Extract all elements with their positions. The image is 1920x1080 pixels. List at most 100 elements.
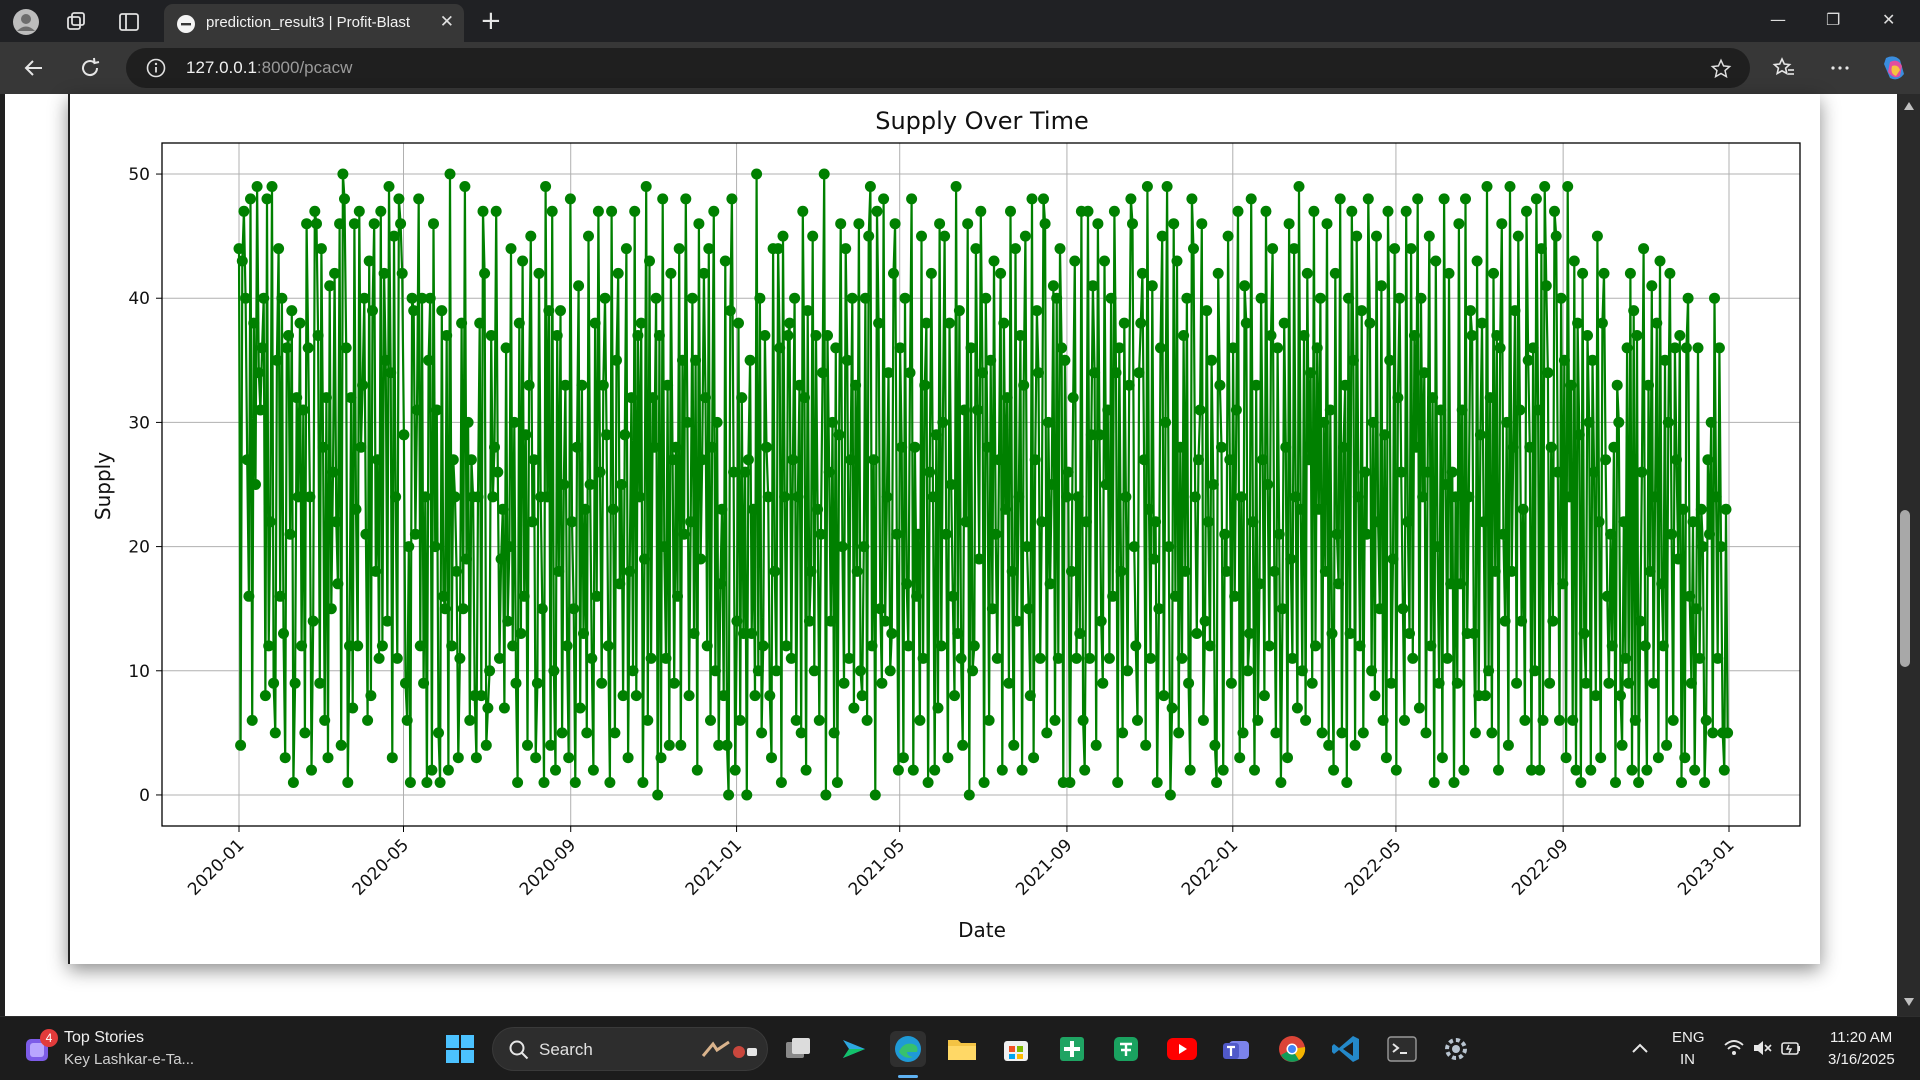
settings-gear-icon[interactable] xyxy=(1438,1031,1474,1067)
edge-taskbar-icon[interactable] xyxy=(890,1031,926,1067)
data-point xyxy=(845,454,857,466)
data-point xyxy=(1146,280,1158,292)
x-axis-label: Date xyxy=(958,918,1006,942)
active-tab[interactable]: prediction_result3 | Profit-Blast ✕ xyxy=(164,4,464,42)
data-point xyxy=(291,392,303,404)
data-point xyxy=(1047,280,1059,292)
data-point xyxy=(1460,193,1471,205)
data-point xyxy=(945,479,957,490)
data-point xyxy=(1567,714,1579,726)
data-point xyxy=(1273,528,1285,540)
active-app-indicator xyxy=(898,1075,918,1078)
data-point xyxy=(1227,342,1239,354)
data-point xyxy=(1387,553,1399,565)
data-point xyxy=(863,230,875,242)
data-point xyxy=(502,615,514,627)
data-point xyxy=(383,181,395,192)
vertical-tabs-icon[interactable] xyxy=(115,8,143,36)
data-point xyxy=(891,528,903,540)
store-icon[interactable] xyxy=(998,1031,1034,1067)
scrollbar-thumb[interactable] xyxy=(1900,510,1910,667)
data-point xyxy=(1122,665,1134,677)
url-text[interactable]: 127.0.0.1:8000/pcacw xyxy=(186,58,352,78)
scroll-down-icon[interactable] xyxy=(1904,998,1914,1006)
teams-icon[interactable] xyxy=(1218,1031,1254,1067)
data-point xyxy=(879,615,891,627)
data-point xyxy=(306,764,317,776)
data-point xyxy=(986,603,998,615)
data-point xyxy=(266,181,278,192)
clock-time[interactable]: 11:20 AM xyxy=(1830,1029,1892,1046)
data-point xyxy=(810,330,822,341)
widgets-button[interactable]: 4 xyxy=(20,1029,58,1067)
y-tick-label: 40 xyxy=(128,289,150,309)
language-region[interactable]: IN xyxy=(1680,1051,1695,1068)
volume-muted-icon[interactable] xyxy=(1752,1039,1772,1057)
battery-icon[interactable] xyxy=(1780,1037,1802,1059)
data-point xyxy=(1532,404,1544,416)
app-icon[interactable] xyxy=(1108,1031,1144,1067)
new-tab-button[interactable]: + xyxy=(480,6,502,36)
chart-title: Supply Over Time xyxy=(875,107,1089,135)
data-point xyxy=(342,777,354,788)
data-point xyxy=(1108,205,1120,217)
youtube-icon[interactable] xyxy=(1164,1031,1200,1067)
task-view-button[interactable] xyxy=(780,1031,816,1067)
restore-button[interactable]: ❐ xyxy=(1826,10,1840,29)
profile-avatar-icon[interactable] xyxy=(12,8,40,36)
data-point xyxy=(245,193,256,205)
data-point xyxy=(1176,652,1188,664)
data-point xyxy=(1000,503,1012,515)
favorite-star-icon[interactable] xyxy=(1710,58,1732,80)
copilot-icon[interactable] xyxy=(1878,52,1910,84)
data-point xyxy=(518,590,530,602)
wifi-icon[interactable] xyxy=(1724,1039,1744,1057)
workspaces-icon[interactable] xyxy=(62,8,90,36)
data-point xyxy=(322,752,334,764)
data-point xyxy=(400,677,411,689)
data-point xyxy=(1563,491,1575,503)
clock-date[interactable]: 3/16/2025 xyxy=(1828,1051,1895,1068)
address-bar[interactable]: 127.0.0.1:8000/pcacw xyxy=(126,48,1750,88)
show-hidden-icons-icon[interactable] xyxy=(1632,1043,1648,1053)
file-explorer-icon[interactable] xyxy=(944,1031,980,1067)
news-title[interactable]: Top Stories xyxy=(64,1029,144,1047)
site-info-icon[interactable] xyxy=(146,58,166,78)
data-point xyxy=(724,305,736,317)
data-point xyxy=(812,503,824,515)
data-point xyxy=(1158,690,1170,702)
data-point xyxy=(1286,652,1298,664)
data-point xyxy=(1143,503,1155,515)
tab-close-icon[interactable]: ✕ xyxy=(440,12,454,32)
reload-icon[interactable] xyxy=(78,56,102,80)
data-point xyxy=(1722,727,1734,739)
scroll-up-icon[interactable] xyxy=(1904,102,1914,110)
data-point xyxy=(1135,317,1147,329)
language-code[interactable]: ENG xyxy=(1672,1029,1705,1046)
favorites-icon[interactable] xyxy=(1772,56,1796,80)
taskbar-search[interactable]: Search xyxy=(492,1027,768,1071)
more-options-icon[interactable] xyxy=(1828,56,1852,80)
data-point xyxy=(741,789,753,801)
data-point xyxy=(403,541,415,553)
data-point xyxy=(843,652,855,664)
news-subtitle[interactable]: Key Lashkar-e-Ta... xyxy=(64,1051,194,1068)
url-host: 127.0.0.1 xyxy=(186,58,257,77)
data-point xyxy=(930,429,942,441)
minimize-button[interactable]: — xyxy=(1770,10,1786,29)
close-window-button[interactable]: ✕ xyxy=(1882,10,1895,29)
x-tick-label: 2022-05 xyxy=(1341,835,1405,899)
data-point xyxy=(1606,640,1618,652)
back-arrow-icon[interactable] xyxy=(22,56,46,80)
data-point xyxy=(1021,541,1033,553)
start-button[interactable] xyxy=(442,1031,478,1067)
sheets-icon[interactable] xyxy=(1054,1031,1090,1067)
vscode-icon[interactable] xyxy=(1328,1031,1364,1067)
copilot-taskbar-icon[interactable] xyxy=(836,1031,872,1067)
terminal-icon[interactable] xyxy=(1384,1031,1420,1067)
data-point xyxy=(1346,205,1358,217)
data-point xyxy=(1491,330,1503,341)
chrome-icon[interactable] xyxy=(1274,1031,1310,1067)
data-point xyxy=(1194,404,1206,416)
data-point xyxy=(1712,652,1724,664)
